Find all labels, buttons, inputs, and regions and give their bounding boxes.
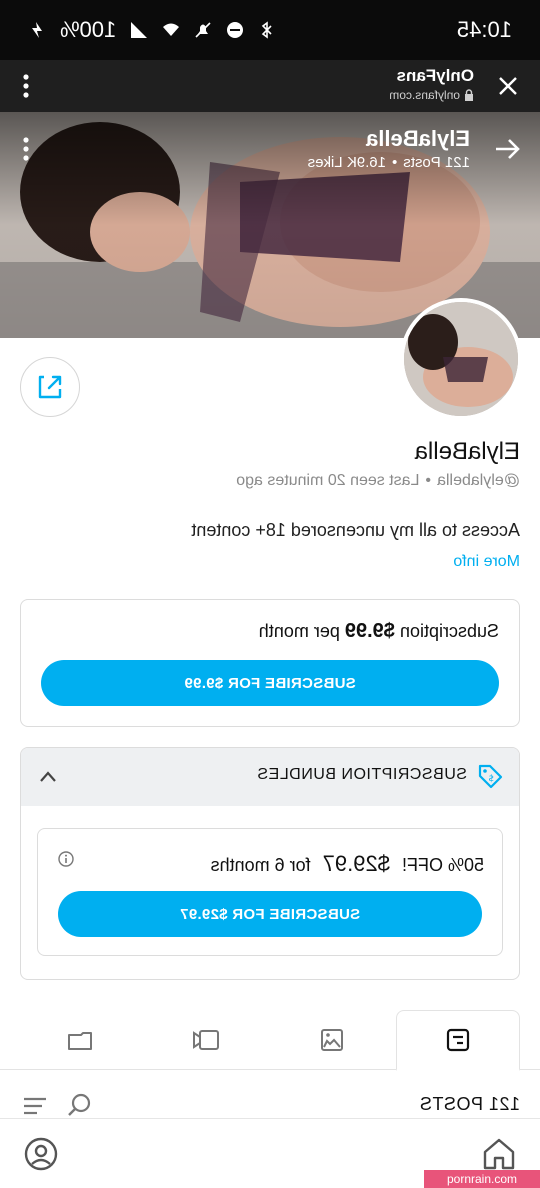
tag-icon: $ [478, 764, 503, 789]
offer-text: 50% OFF! $29.97 for 6 months [211, 851, 484, 877]
subscribe-button[interactable]: SUBSCRIBE FOR $9.99 [41, 660, 499, 706]
profile-name: ElylaBella [414, 438, 520, 465]
bundles-header[interactable]: $ SUBSCRIPTION BUNDLES [20, 748, 519, 806]
subscription-price: $9.99 [344, 620, 395, 642]
battery-charging-icon [32, 22, 42, 38]
browser-menu-icon[interactable] [22, 72, 30, 100]
offer-discount: 50% OFF! [401, 855, 484, 875]
filter-icon[interactable] [22, 1094, 48, 1118]
bundles-title: SUBSCRIPTION BUNDLES [256, 766, 467, 783]
cover-stats: 121 Posts • 16.9K Likes [308, 154, 470, 171]
bundle-subscribe-button[interactable]: SUBSCRIBE FOR $29.97 [58, 891, 482, 937]
avatar[interactable] [400, 298, 522, 420]
signal-icon [131, 22, 148, 38]
browser-url: onlyfans.com [389, 88, 460, 102]
offer-period: for 6 months [210, 855, 311, 875]
cover-separator: • [392, 154, 398, 171]
lock-icon [465, 89, 473, 101]
subscription-bundles: $ SUBSCRIPTION BUNDLES 50% OFF! $29.97 f… [20, 747, 520, 980]
mirrored-page: 10:45 100% OnlyFans onlyfans.com ElylaBe… [0, 0, 540, 1188]
subscription-card: Subscription $9.99 per month SUBSCRIBE F… [20, 599, 520, 727]
meta-separator: • [425, 472, 432, 489]
status-time: 10:45 [456, 17, 512, 42]
subscription-title: Subscription $9.99 per month [259, 620, 499, 643]
last-seen: Last seen 20 minutes ago [236, 472, 420, 489]
bundle-offer: 50% OFF! $29.97 for 6 months SUBSCRIBE F… [37, 828, 503, 956]
subscription-label: Subscription [399, 621, 499, 641]
subscription-period: per month [258, 621, 340, 641]
home-icon[interactable] [480, 1135, 518, 1173]
cover-menu-icon[interactable] [22, 136, 30, 162]
tab-archive[interactable] [18, 1010, 142, 1070]
profile-meta: @elylabella • Last seen 20 minutes ago [236, 472, 520, 490]
status-icons: 100% [28, 17, 276, 43]
share-button[interactable] [20, 357, 80, 417]
back-arrow-icon[interactable] [492, 134, 522, 164]
posts-tab-icon [446, 1028, 470, 1052]
photos-tab-icon [321, 1029, 343, 1051]
tab-photos[interactable] [270, 1010, 394, 1070]
videos-tab-icon [193, 1030, 219, 1050]
more-info-link[interactable]: More info [453, 553, 520, 571]
do-not-disturb-icon [227, 22, 244, 38]
svg-text:$: $ [488, 774, 494, 784]
watermark-badge: pornrain.com [424, 1170, 540, 1188]
cover-posts: 121 Posts [403, 154, 470, 171]
share-icon [38, 375, 62, 399]
cover-name: ElylaBella [366, 126, 470, 151]
offer-price: $29.97 [322, 851, 390, 876]
battery-percent: 100% [60, 17, 117, 42]
posts-count-label: 121 POSTS [419, 1094, 520, 1114]
tab-videos[interactable] [144, 1010, 268, 1070]
wifi-icon [163, 23, 180, 36]
search-icon[interactable] [66, 1092, 92, 1118]
status-bar: 10:45 100% [0, 0, 540, 60]
avatar-photo [404, 302, 518, 416]
content-tabs [0, 1010, 540, 1071]
muted-bell-icon [195, 22, 211, 38]
browser-title: OnlyFans [396, 66, 474, 85]
archive-tab-icon [68, 1032, 92, 1050]
profile-handle: @elylabella [437, 472, 520, 489]
cover-likes: 16.9K Likes [307, 154, 387, 171]
tab-posts[interactable] [396, 1010, 520, 1071]
info-icon[interactable] [58, 851, 74, 867]
browser-url-row: onlyfans.com [389, 88, 474, 102]
close-icon[interactable] [494, 72, 522, 100]
profile-bio: Access to all my uncensored 18+ content [191, 520, 520, 540]
chevron-up-icon[interactable] [37, 766, 59, 788]
profile-icon[interactable] [22, 1135, 60, 1173]
bluetooth-icon [262, 21, 272, 39]
browser-header: OnlyFans onlyfans.com [0, 60, 540, 112]
